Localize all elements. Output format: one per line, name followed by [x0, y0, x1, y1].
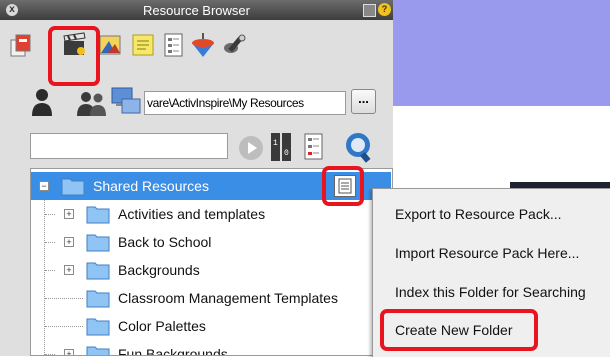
folder-icon: [61, 178, 85, 196]
binary-search-icon[interactable]: 1 0: [270, 131, 294, 163]
document-page-icon[interactable]: [160, 32, 186, 58]
tree-item-label: Backgrounds: [118, 262, 200, 278]
tree-item-label: Color Palettes: [118, 318, 206, 334]
highlight-menu-button: [322, 166, 364, 206]
backgrounds-icon[interactable]: [98, 32, 124, 58]
menu-item-export-resource-pack[interactable]: Export to Resource Pack...: [395, 206, 562, 222]
resources-icon[interactable]: [8, 32, 34, 58]
title-bar: x Resource Browser ?: [0, 0, 393, 20]
float-window-icon[interactable]: [363, 4, 376, 17]
menu-item-import-resource-pack[interactable]: Import Resource Pack Here...: [395, 245, 579, 261]
tree-item-label: Fun Backgrounds: [118, 346, 228, 356]
svg-text:1: 1: [273, 139, 278, 148]
folder-icon: [86, 346, 110, 355]
tree-connector: [45, 214, 55, 215]
expand-icon[interactable]: +: [64, 209, 74, 219]
tree-connector: [45, 326, 83, 327]
browse-button[interactable]: ...: [351, 89, 376, 114]
tree-item-label: Activities and templates: [118, 206, 266, 222]
tree-item-fun-backgrounds[interactable]: + Fun Backgrounds: [31, 340, 391, 356]
tree-connector: [45, 298, 83, 299]
single-user-icon[interactable]: [30, 88, 54, 116]
tree-item-label: Classroom Management Templates: [118, 290, 338, 306]
tree-item-label: Back to School: [118, 234, 212, 250]
menu-item-index-folder[interactable]: Index this Folder for Searching: [395, 284, 586, 300]
folder-icon: [86, 206, 110, 224]
spinning-top-icon[interactable]: [190, 32, 216, 58]
tree-item-label: Shared Resources: [93, 178, 209, 194]
folder-icon: [86, 262, 110, 280]
expand-icon[interactable]: +: [64, 265, 74, 275]
tree-item-backgrounds[interactable]: + Backgrounds: [31, 256, 391, 284]
shared-users-icon[interactable]: [75, 90, 107, 116]
expand-icon[interactable]: +: [64, 237, 74, 247]
page-background-area: [393, 0, 610, 106]
pointer-tools-icon[interactable]: [222, 32, 248, 58]
folder-icon: [86, 234, 110, 252]
folder-icon: [86, 290, 110, 308]
folder-icon: [86, 318, 110, 336]
expand-icon[interactable]: +: [64, 349, 74, 355]
tree-item-classroom-management[interactable]: Classroom Management Templates: [31, 284, 391, 312]
window-title: Resource Browser: [143, 3, 250, 18]
tree-item-back-to-school[interactable]: + Back to School: [31, 228, 391, 256]
play-search-icon[interactable]: [238, 135, 264, 161]
notes-icon[interactable]: [130, 32, 156, 58]
search-input[interactable]: [30, 133, 228, 159]
help-icon[interactable]: ?: [378, 3, 391, 16]
tree-item-color-palettes[interactable]: Color Palettes: [31, 312, 391, 340]
path-field[interactable]: vare\ActivInspire\My Resources: [144, 91, 346, 115]
highlight-media-tab: [48, 26, 100, 86]
search-options-icon[interactable]: [303, 133, 325, 161]
highlight-create-folder: [380, 309, 538, 351]
tree-connector: [45, 354, 55, 355]
magnifier-search-icon[interactable]: [344, 131, 374, 163]
tree-connector: [45, 270, 55, 271]
svg-text:0: 0: [284, 149, 289, 158]
collapse-icon[interactable]: −: [39, 181, 49, 191]
tree-connector: [45, 242, 55, 243]
computer-folder-icon[interactable]: [110, 86, 142, 116]
